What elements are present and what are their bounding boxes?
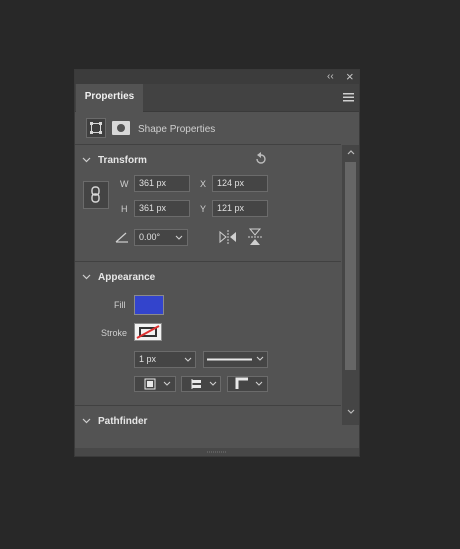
section-divider (75, 144, 341, 145)
shape-properties-icon[interactable] (86, 118, 106, 138)
x-label: X (200, 179, 207, 189)
stroke-align-dropdown[interactable] (134, 376, 176, 392)
link-dimensions-button[interactable] (83, 181, 109, 209)
panel-resize-bar[interactable] (75, 448, 359, 456)
panel-footer (75, 426, 359, 448)
angle-icon (115, 231, 129, 243)
collapse-panel-button[interactable]: ‹‹ (327, 71, 334, 82)
section-divider (75, 261, 341, 262)
hamburger-menu-icon[interactable] (343, 93, 355, 102)
stroke-width-value: 1 px (139, 354, 157, 364)
chevron-down-icon[interactable] (82, 157, 91, 163)
fill-label: Fill (114, 300, 126, 310)
appearance-section-title[interactable]: Appearance (98, 272, 155, 283)
y-input[interactable]: 121 px (212, 200, 268, 217)
scroll-down-icon[interactable] (347, 409, 355, 415)
stroke-label: Stroke (101, 328, 128, 338)
shape-properties-label: Shape Properties (138, 124, 216, 135)
pathfinder-section: Pathfinder (75, 406, 341, 426)
x-input[interactable]: 124 px (212, 175, 268, 192)
tab-properties[interactable]: Properties (76, 84, 143, 112)
pathfinder-section-title[interactable]: Pathfinder (98, 416, 147, 426)
close-panel-button[interactable]: × (346, 69, 354, 84)
transform-section-title[interactable]: Transform (98, 155, 147, 166)
chevron-down-icon[interactable] (82, 418, 91, 424)
stroke-caps-dropdown[interactable] (181, 376, 221, 392)
width-input[interactable]: 361 px (134, 175, 190, 192)
height-input[interactable]: 361 px (134, 200, 190, 217)
stroke-color-swatch[interactable] (134, 323, 162, 341)
chevron-down-icon[interactable] (82, 274, 91, 280)
rotation-angle-value: 0.00° (139, 232, 161, 242)
flip-horizontal-icon[interactable] (219, 230, 237, 244)
chevron-down-icon (175, 235, 183, 240)
y-label: Y (200, 204, 207, 214)
stroke-corners-dropdown[interactable] (227, 376, 268, 392)
stroke-type-dropdown[interactable] (203, 351, 268, 368)
panel-title-bar (75, 70, 359, 84)
w-label: W (120, 179, 129, 189)
scroll-up-icon[interactable] (347, 149, 355, 155)
scrollbar-thumb[interactable] (345, 162, 356, 370)
reset-transform-icon[interactable] (254, 152, 268, 166)
mask-icon[interactable] (112, 121, 130, 135)
chevron-down-icon (184, 357, 192, 362)
fill-color-swatch[interactable] (134, 295, 164, 315)
flip-vertical-icon[interactable] (248, 228, 262, 246)
h-label: H (121, 204, 128, 214)
